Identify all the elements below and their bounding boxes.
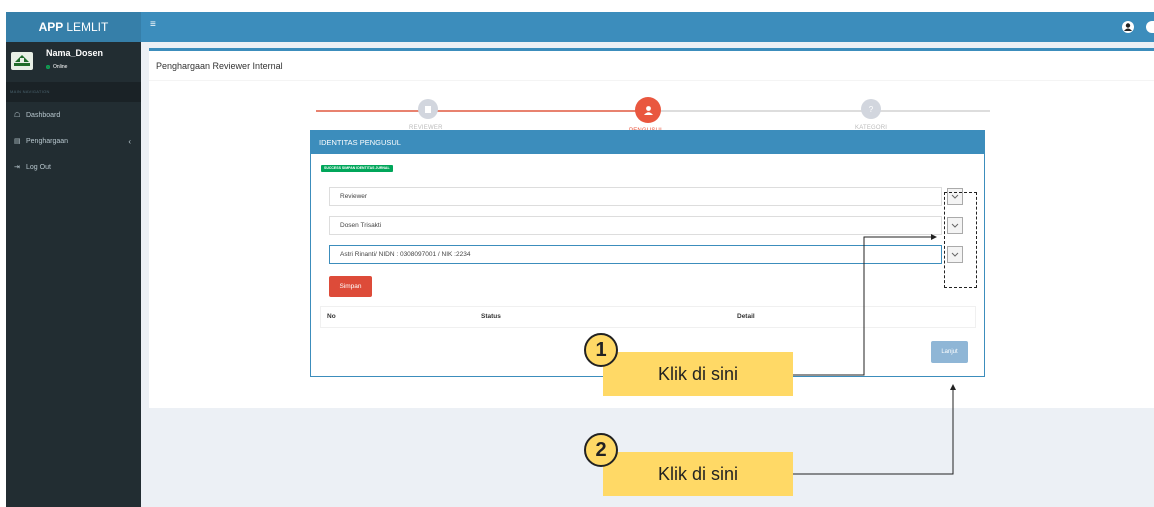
callout-1-number: 1 [584, 333, 618, 367]
annotation-arrows [792, 234, 956, 475]
callout-1: Klik di sini [603, 352, 793, 396]
callout-2: Klik di sini [603, 452, 793, 496]
callout-2-number: 2 [584, 433, 618, 467]
